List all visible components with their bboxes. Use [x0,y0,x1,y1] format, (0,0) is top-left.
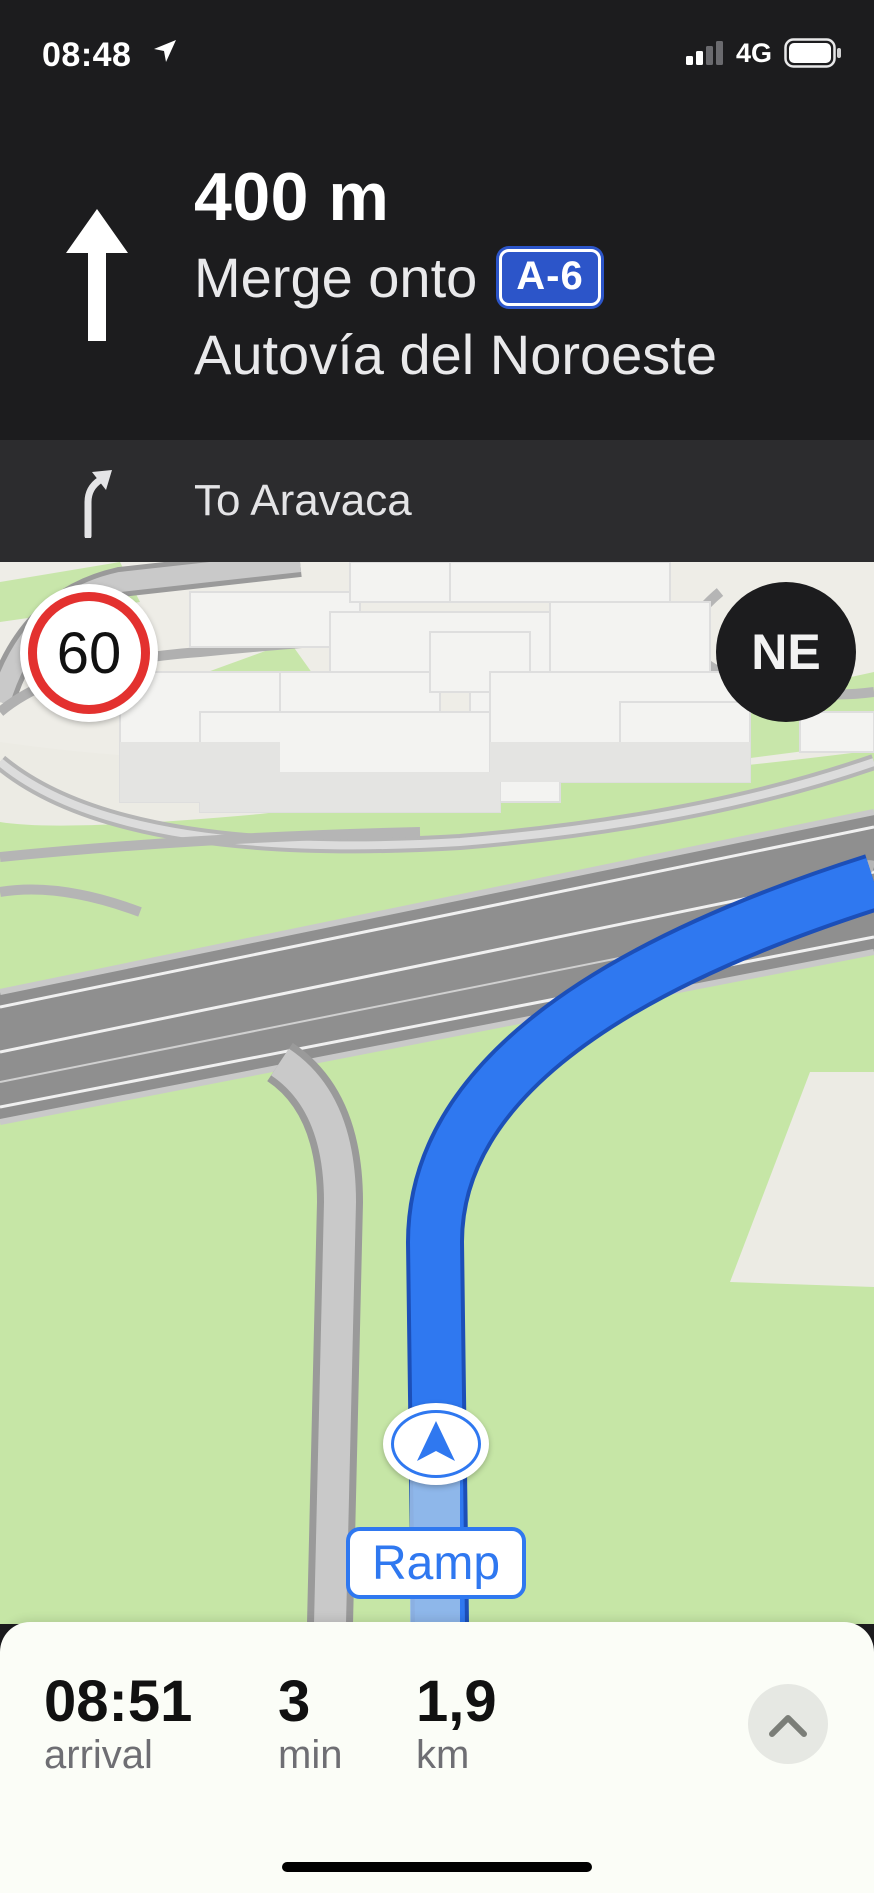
instruction-prefix: Merge onto [194,246,478,309]
maneuver-instruction: Merge onto A-6 [194,245,601,310]
current-road-label: Ramp [346,1527,526,1599]
secondary-instruction: To Aravaca [194,476,412,525]
speed-limit-sign: 60 [20,584,158,722]
guidance-banner[interactable]: 400 m Merge onto A-6 Autovía del Noroest… [0,110,874,440]
expand-panel-button[interactable] [748,1684,828,1764]
location-arrow-icon [154,40,176,62]
navigation-arrow-icon [417,1421,455,1461]
chevron-up-icon [769,1715,807,1737]
time-remaining: 3 [278,1669,311,1734]
network-type: 4G [736,38,773,68]
distance-label: km [416,1733,470,1777]
battery-icon [784,38,841,68]
speed-limit-value: 60 [28,592,150,714]
arrival-time: 08:51 [44,1669,193,1734]
time-remaining-stat: 3 min [278,1672,342,1778]
distance-remaining: 1,9 [416,1669,497,1734]
compass-button[interactable]: NE [716,582,856,722]
arrival-stat: 08:51 arrival [44,1672,192,1778]
straight-arrow-icon [66,209,128,341]
cellular-signal-icon [686,41,723,65]
bear-right-arrow-icon [84,470,112,538]
distance-remaining-stat: 1,9 km [416,1672,497,1778]
location-puck [383,1403,489,1485]
maneuver-distance: 400 m [194,159,390,235]
status-time: 08:48 [42,36,132,74]
route-shield: A-6 [499,249,601,306]
status-bar: 08:48 4G [0,0,874,110]
road-name: Autovía del Noroeste [194,323,717,386]
home-indicator[interactable] [282,1862,592,1872]
time-label: min [278,1733,343,1777]
arrival-label: arrival [44,1733,153,1777]
secondary-guidance[interactable]: To Aravaca [0,440,874,562]
trip-summary-panel[interactable]: 08:51 arrival 3 min 1,9 km [0,1622,874,1893]
